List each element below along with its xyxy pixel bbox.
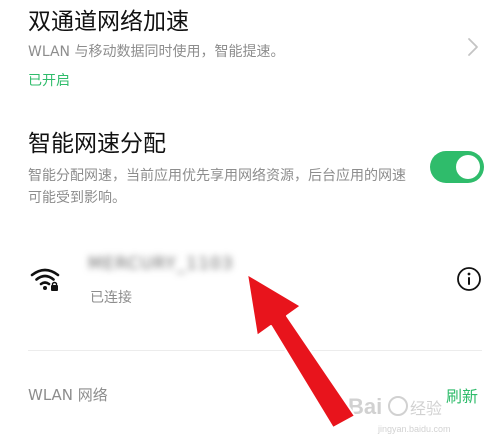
watermark-logo: Bai 经验 jingyan.baidu.com <box>348 394 451 434</box>
info-icon[interactable] <box>456 266 482 292</box>
chevron-right-icon <box>468 38 478 56</box>
network-ssid: MERCURY_1103 <box>88 254 234 274</box>
smart-allocation-title: 智能网速分配 <box>28 131 166 157</box>
wlan-section-header: WLAN 网络 <box>28 386 108 404</box>
wifi-locked-icon <box>30 268 60 291</box>
connection-status: 已连接 <box>90 290 132 306</box>
dual-channel-title: 双通道网络加速 <box>28 9 189 35</box>
smart-allocation-description: 智能分配网速，当前应用优先享用网络资源，后台应用的网速可能受到影响。 <box>28 168 406 206</box>
svg-text:jingyan.baidu.com: jingyan.baidu.com <box>377 424 451 434</box>
dual-channel-status: 已开启 <box>28 73 70 89</box>
toggle-knob <box>456 155 480 179</box>
svg-text:经验: 经验 <box>410 400 442 418</box>
red-arrow-annotation <box>246 273 356 429</box>
smart-allocation-toggle[interactable] <box>430 151 484 183</box>
dual-channel-description: WLAN 与移动数据同时使用，智能提速。 <box>28 44 285 60</box>
